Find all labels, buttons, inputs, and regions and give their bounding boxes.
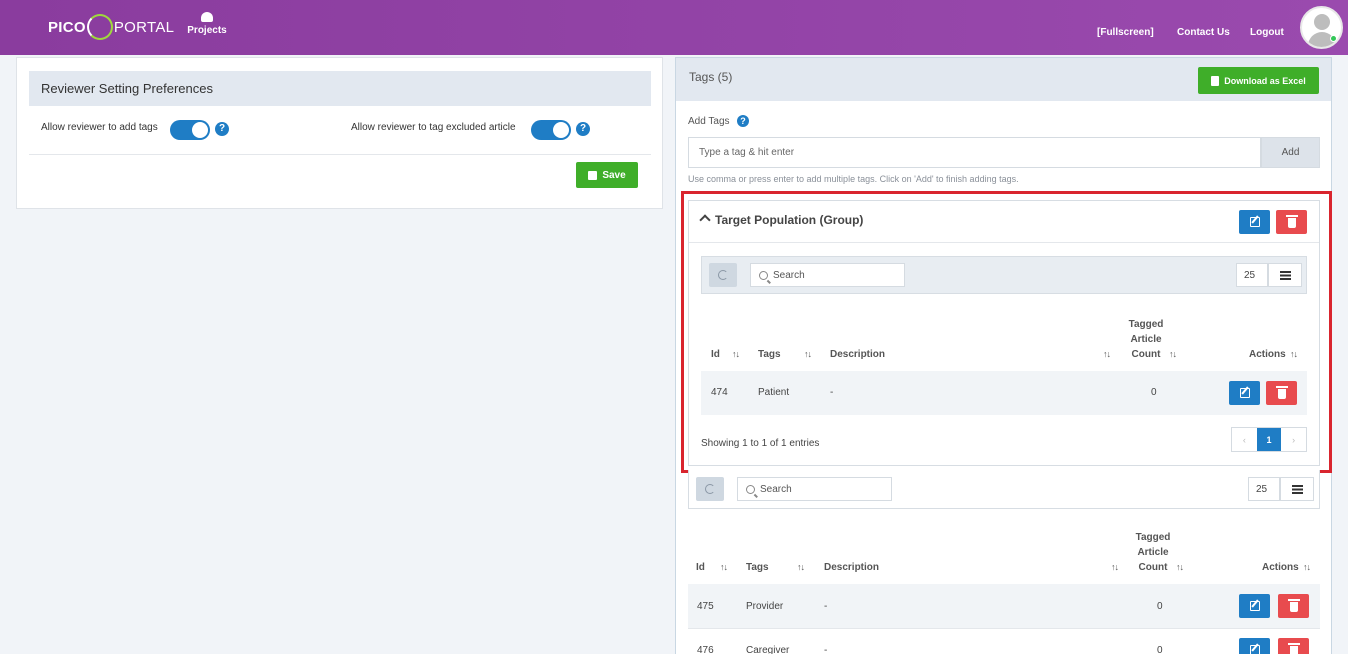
pico-portal-logo[interactable]: PICO PORTAL	[48, 12, 174, 42]
sort-icon[interactable]: ↑↓	[1176, 562, 1184, 572]
avatar-head	[1314, 14, 1330, 30]
user-avatar[interactable]	[1300, 6, 1343, 49]
row-id: 475	[697, 601, 714, 612]
row-id: 476	[697, 645, 714, 654]
top-navbar: PICO PORTAL Projects [Fullscreen] Contac…	[0, 0, 1348, 55]
sort-icon[interactable]: ↑↓	[797, 562, 805, 572]
ungrouped-search[interactable]	[737, 477, 892, 501]
column-header-tags[interactable]: Tags	[746, 562, 769, 573]
trash-icon	[1287, 599, 1300, 612]
preferences-title: Reviewer Setting Preferences	[29, 71, 651, 106]
ungrouped-table-toolbar: 25	[688, 470, 1320, 509]
allow-add-tags-toggle[interactable]	[170, 120, 210, 140]
logo-text-pico: PICO	[48, 18, 86, 36]
divider	[29, 154, 651, 155]
search-input[interactable]	[760, 483, 880, 495]
refresh-button[interactable]	[696, 477, 724, 501]
row-tag: Caregiver	[746, 645, 790, 654]
add-tag-button[interactable]: Add	[1261, 137, 1320, 168]
trash-icon	[1287, 643, 1300, 654]
column-header-id[interactable]: Id	[696, 562, 705, 573]
logout-link[interactable]: Logout	[1250, 27, 1284, 38]
save-icon	[588, 170, 598, 180]
tags-header: Tags (5) Download as Excel	[676, 58, 1331, 101]
columns-button[interactable]	[1280, 477, 1314, 501]
toggle-knob	[192, 122, 208, 138]
column-header-description[interactable]: Description	[824, 562, 879, 573]
row-tag: Provider	[746, 601, 784, 612]
column-header-tagged-count-line: Article	[1137, 547, 1169, 558]
download-excel-label: Download as Excel	[1224, 75, 1306, 86]
page-size-select[interactable]: 25	[1248, 477, 1280, 501]
reviewer-preferences-card: Reviewer Setting Preferences Allow revie…	[16, 57, 663, 209]
contact-us-link[interactable]: Contact Us	[1177, 27, 1230, 38]
edit-tag-button[interactable]	[1239, 638, 1270, 654]
sort-icon[interactable]: ↑↓	[720, 562, 728, 572]
row-count: 0	[1157, 645, 1163, 654]
toggle-knob	[553, 122, 569, 138]
save-label: Save	[602, 169, 626, 181]
row-count: 0	[1157, 601, 1163, 612]
question-icon[interactable]: ?	[737, 115, 749, 127]
question-icon[interactable]: ?	[215, 122, 229, 136]
fullscreen-link[interactable]: [Fullscreen]	[1097, 27, 1154, 38]
column-header-tagged-count-line: Tagged	[1135, 532, 1171, 543]
add-tags-hint: Use comma or press enter to add multiple…	[688, 174, 1019, 184]
sort-icon[interactable]: ↑↓	[1303, 562, 1311, 572]
sort-icon[interactable]: ↑↓	[1111, 562, 1119, 572]
dashboard-icon	[201, 12, 213, 22]
question-icon[interactable]: ?	[576, 122, 590, 136]
refresh-icon	[705, 484, 715, 494]
edit-icon	[1249, 601, 1260, 611]
allow-tag-excluded-label: Allow reviewer to tag excluded article	[351, 122, 516, 133]
columns-icon	[1291, 484, 1303, 494]
tags-title: Tags (5)	[689, 70, 733, 84]
tag-input[interactable]	[688, 137, 1261, 168]
delete-tag-button[interactable]	[1278, 638, 1309, 654]
edit-icon	[1249, 645, 1260, 654]
column-header-actions[interactable]: Actions	[1262, 562, 1299, 573]
add-tags-label: Add Tags	[688, 116, 730, 127]
download-excel-button[interactable]: Download as Excel	[1198, 67, 1319, 94]
highlight-frame	[681, 191, 1332, 473]
table-row: 476 Caregiver - 0	[688, 629, 1320, 654]
save-button[interactable]: Save	[576, 162, 638, 188]
row-description: -	[824, 601, 828, 612]
delete-tag-button[interactable]	[1278, 594, 1309, 618]
nav-projects[interactable]: Projects	[186, 12, 228, 36]
excel-icon	[1211, 75, 1220, 86]
row-description: -	[824, 645, 828, 654]
column-header-tagged-count-line: Count	[1138, 562, 1168, 573]
table-row: 475 Provider - 0	[688, 584, 1320, 628]
logo-ring-icon	[86, 14, 113, 40]
allow-tag-excluded-toggle[interactable]	[531, 120, 571, 140]
search-icon	[746, 484, 755, 494]
allow-add-tags-label: Allow reviewer to add tags	[41, 122, 158, 133]
logo-text-portal: PORTAL	[113, 18, 175, 36]
column-header-tagged-count[interactable]: Tagged Article Count	[1130, 530, 1176, 575]
online-status-icon	[1330, 35, 1337, 42]
edit-tag-button[interactable]	[1239, 594, 1270, 618]
nav-projects-label: Projects	[187, 25, 227, 36]
